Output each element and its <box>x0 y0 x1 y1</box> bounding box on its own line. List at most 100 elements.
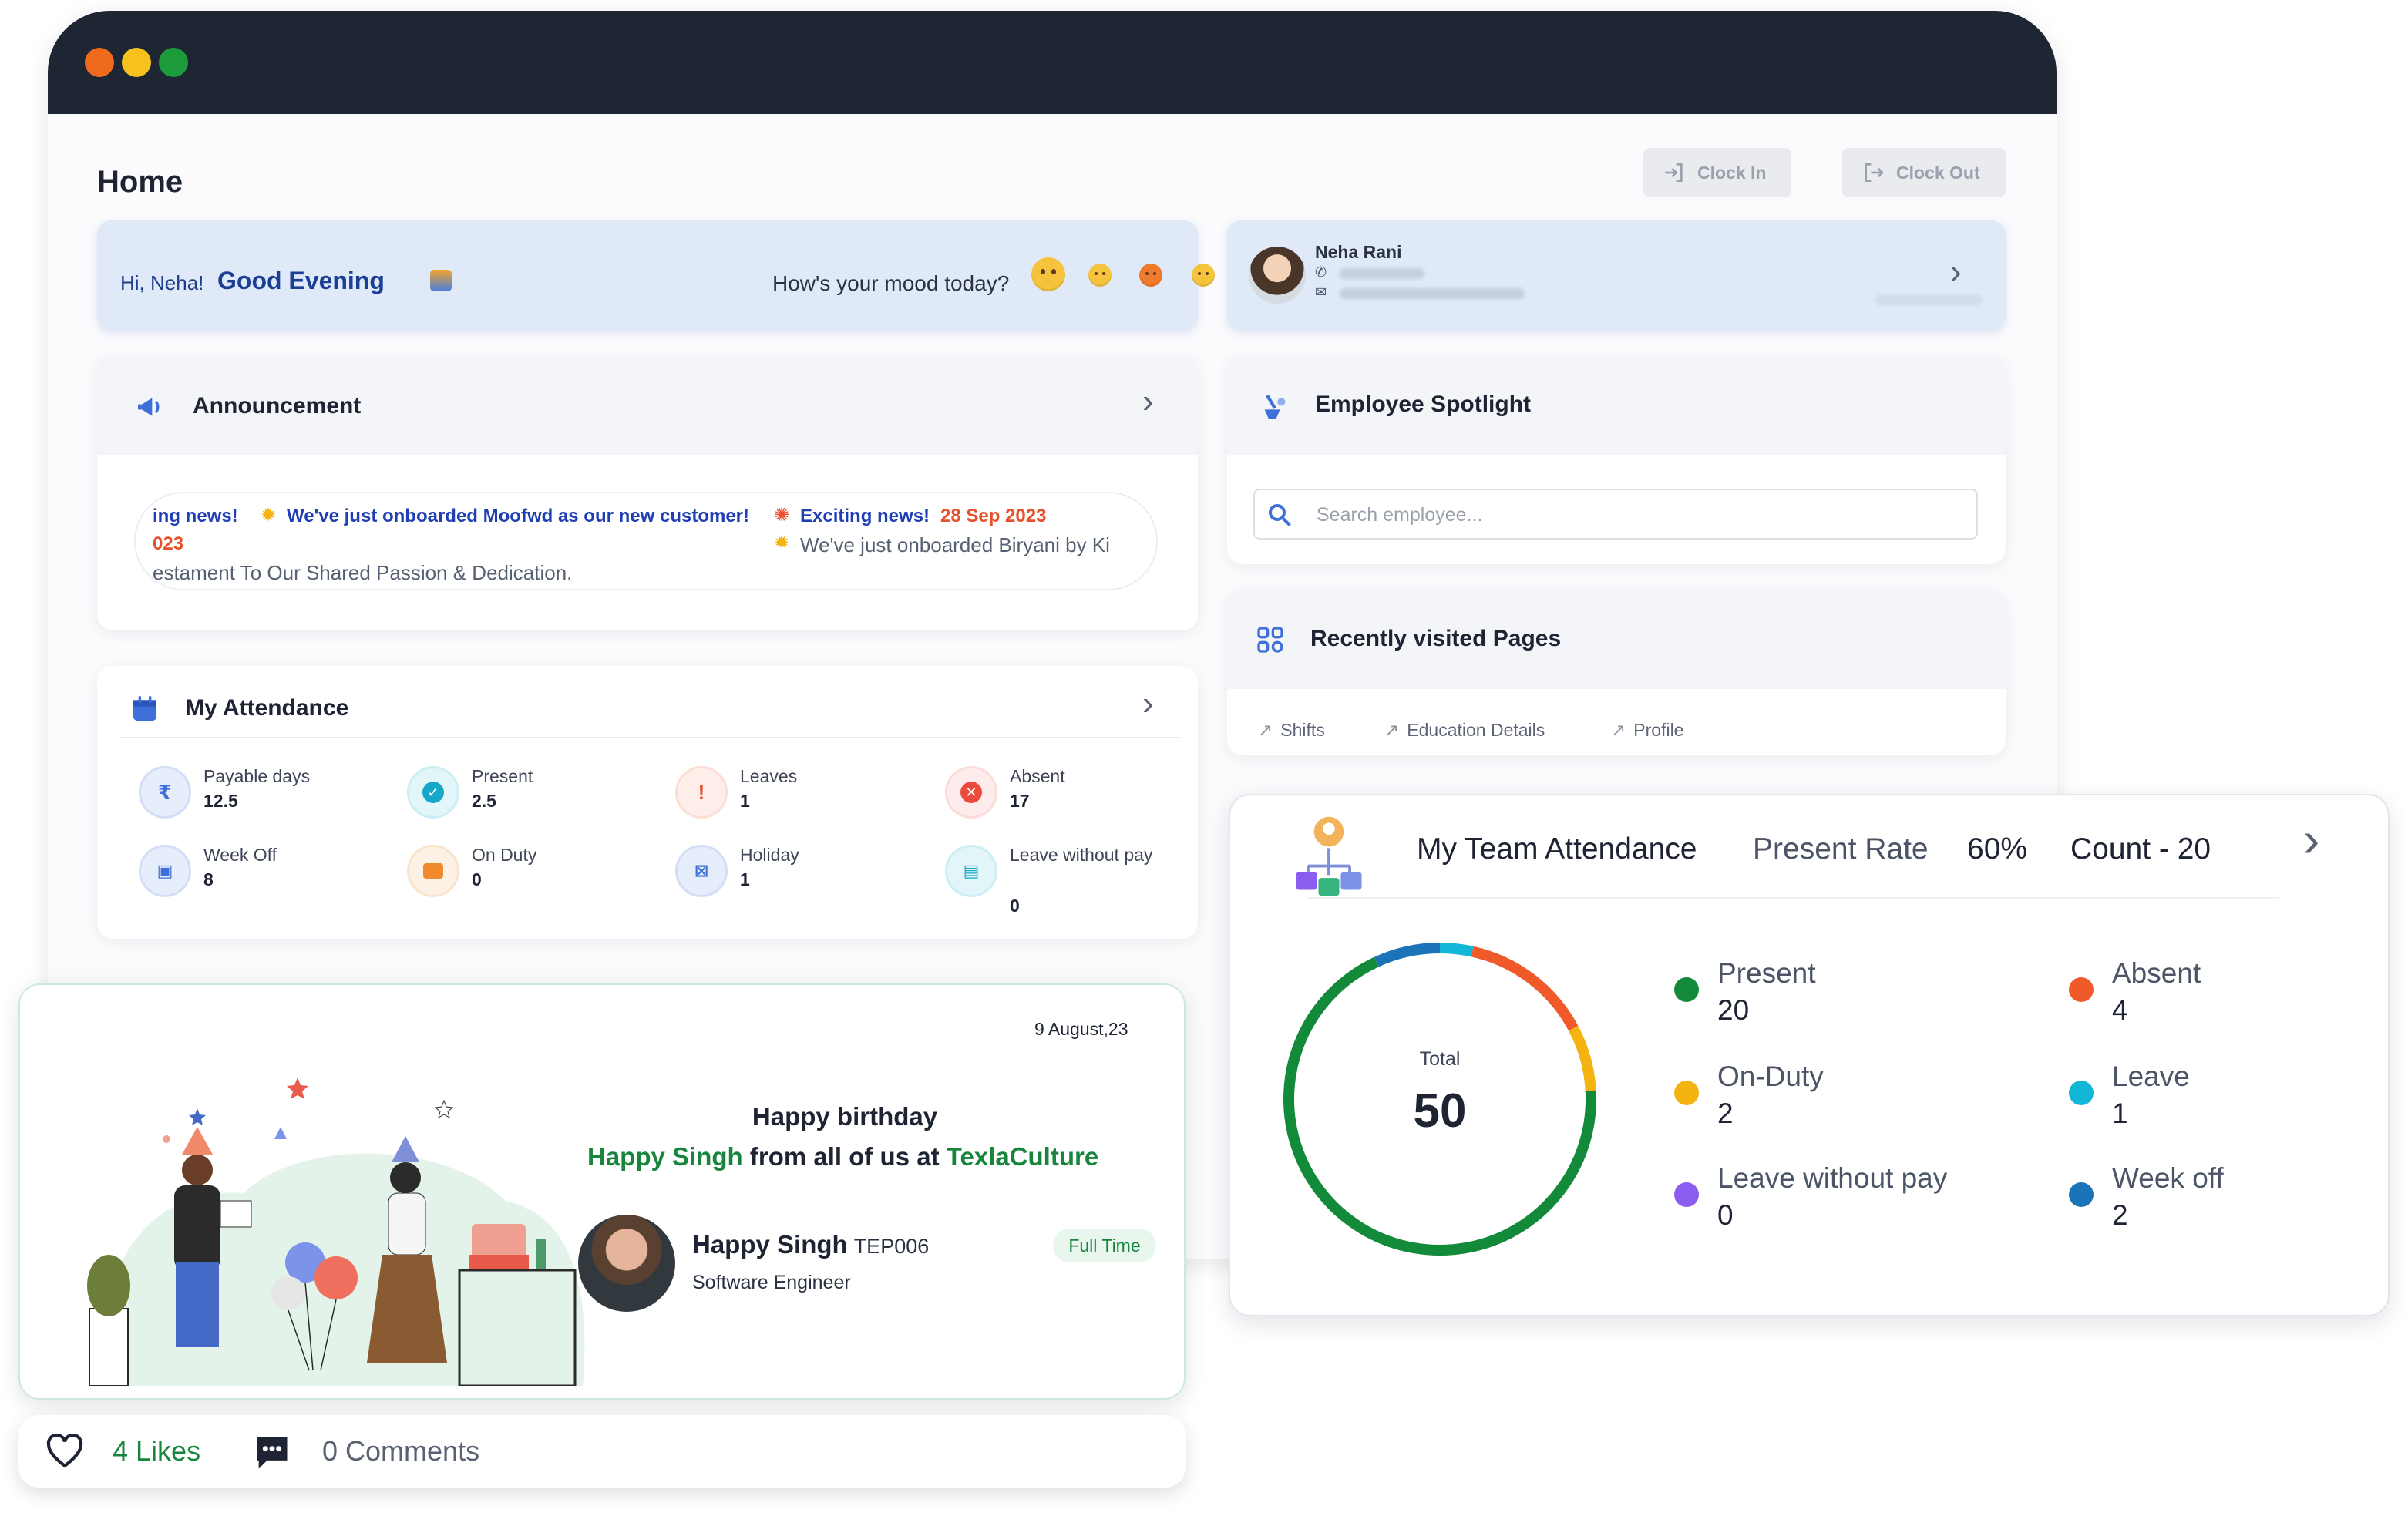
birthday-middle-text: from all of us at <box>749 1142 940 1171</box>
trend-icon: ↗ <box>1384 720 1400 740</box>
donut-segment-week-off <box>1374 943 1441 967</box>
likes-count[interactable]: 4 Likes <box>113 1435 200 1467</box>
legend-value: 1 <box>2112 1098 2128 1129</box>
attendance-label: Payable days <box>203 766 311 786</box>
attendance-value: 17 <box>1010 791 1030 811</box>
legend-on-duty: On-Duty 2 <box>1674 1061 1983 1145</box>
mood-prompt: How's your mood today? <box>772 271 1010 295</box>
mail-icon: ✉ <box>1315 284 1327 300</box>
login-icon <box>1665 163 1683 182</box>
announcement-2-tag: Exciting news! <box>800 506 930 526</box>
attendance-value: 0 <box>1010 896 1020 916</box>
clock-in-button[interactable]: Clock In <box>1643 148 1791 197</box>
trend-icon: ↗ <box>1258 720 1273 740</box>
party-icon: ✺ <box>774 505 790 526</box>
close-window-dot[interactable] <box>85 48 114 77</box>
employment-type-badge: Full Time <box>1053 1229 1156 1262</box>
announcement-card: Announcement › ing news! ✹ We've just on… <box>97 356 1198 630</box>
attendance-leave-without-pay: ▤ Leave without pay 0 <box>945 837 1199 916</box>
recent-link-label: Education Details <box>1407 720 1545 740</box>
chevron-right-icon[interactable]: › <box>2303 811 2319 868</box>
attendance-label: On Duty <box>472 845 537 865</box>
attendance-value: 12.5 <box>203 791 238 811</box>
emoji-excited-icon[interactable] <box>1031 257 1065 291</box>
announcement-1-tag: ing news! <box>153 506 238 526</box>
briefcase-icon <box>407 845 459 897</box>
birthday-person-name: Happy Singh <box>587 1142 743 1171</box>
attendance-absent: ✕ Absent 17 <box>945 758 1199 828</box>
attendance-label: Week Off <box>203 845 277 865</box>
team-count: Count - 20 <box>2070 832 2211 866</box>
recent-link-label: Profile <box>1633 720 1684 740</box>
maximize-window-dot[interactable] <box>159 48 188 77</box>
search-icon <box>1269 504 1291 526</box>
attendance-value: 8 <box>203 869 214 889</box>
heart-icon[interactable] <box>45 1434 85 1469</box>
legend-value: 4 <box>2112 994 2128 1026</box>
calendar-icon: ▣ <box>139 845 191 897</box>
social-bar: 4 Likes 0 Comments <box>18 1415 1186 1488</box>
grid-icon <box>1257 627 1283 653</box>
announcement-2-text: We've just onboarded Biryani by Ki <box>800 533 1110 556</box>
comment-icon[interactable] <box>251 1432 293 1472</box>
avatar <box>578 1215 675 1312</box>
legend-value: 2 <box>1717 1098 1734 1129</box>
attendance-label: Absent <box>1010 766 1065 786</box>
attendance-value: 0 <box>472 869 482 889</box>
legend-label: Absent <box>2112 957 2201 989</box>
legend-week-off: Week off 2 <box>2069 1162 2377 1247</box>
clock-in-label: Clock In <box>1697 162 1767 183</box>
legend-value: 0 <box>1717 1199 1734 1231</box>
emoji-sad-icon[interactable] <box>1192 264 1215 287</box>
check-circle-icon: ✓ <box>407 766 459 819</box>
greeting-hi: Hi, Neha! <box>120 271 204 294</box>
spotlight-header: Employee Spotlight <box>1227 356 2006 455</box>
donut-total-value: 50 <box>1413 1084 1467 1138</box>
legend-label: Present <box>1717 957 1816 989</box>
exclamation-icon: ! <box>675 766 728 819</box>
legend-present: Present 20 <box>1674 957 1983 1042</box>
greeting-time: Good Evening <box>217 267 385 294</box>
recent-link-profile[interactable]: ↗ Profile <box>1611 720 1683 741</box>
page-title: Home <box>97 165 183 199</box>
emoji-happy-icon[interactable] <box>1088 264 1112 287</box>
logout-icon <box>1865 163 1884 182</box>
search-input[interactable] <box>1317 499 1964 530</box>
x-circle-icon: ✕ <box>945 766 997 819</box>
chevron-right-icon[interactable]: › <box>1950 253 1962 291</box>
profile-card[interactable]: Neha Rani ✆ ✉ › <box>1227 220 2006 330</box>
recent-header: Recently visited Pages <box>1227 590 2006 689</box>
legend-dot <box>2069 1081 2094 1105</box>
team-icon <box>1296 816 1362 896</box>
chevron-right-icon[interactable]: › <box>1142 382 1154 421</box>
present-rate-value: 60% <box>1967 832 2028 866</box>
sparkle-icon: ✹ <box>774 533 790 553</box>
recently-visited-card: Recently visited Pages ↗ Shifts ↗ Educatio… <box>1227 590 2006 755</box>
emoji-angry-icon[interactable] <box>1139 264 1162 287</box>
recent-title: Recently visited Pages <box>1310 626 1562 651</box>
employee-name-text: Happy Singh <box>692 1230 848 1259</box>
employee-search[interactable] <box>1253 489 1978 540</box>
announcement-1-text: We've just onboarded Moofwd as our new c… <box>287 506 749 526</box>
birthday-card: 9 August,23 Happy birthday Happy Singh f… <box>18 983 1186 1400</box>
attendance-value: 1 <box>740 791 750 811</box>
announcement-title: Announcement <box>193 393 362 419</box>
attendance-week-off: ▣ Week Off 8 <box>139 837 393 906</box>
chevron-right-icon[interactable]: › <box>1142 684 1154 723</box>
birthday-message: Happy Singh from all of us at TexlaCultu… <box>587 1142 1098 1172</box>
legend-value: 20 <box>1717 994 1750 1026</box>
recent-link-shifts[interactable]: ↗ Shifts <box>1258 720 1325 741</box>
announcement-header[interactable]: Announcement › <box>97 356 1198 455</box>
profile-name: Neha Rani <box>1315 242 1402 262</box>
clock-out-button[interactable]: Clock Out <box>1842 148 2006 197</box>
announcement-2-date: 28 Sep 2023 <box>940 506 1047 526</box>
announcement-1-detail: estament To Our Shared Passion & Dedicat… <box>153 561 573 584</box>
phone-icon: ✆ <box>1315 264 1327 280</box>
comments-count[interactable]: 0 Comments <box>322 1435 479 1467</box>
sunset-icon <box>430 270 452 291</box>
present-rate-label: Present Rate <box>1753 832 1929 866</box>
minimize-window-dot[interactable] <box>122 48 151 77</box>
recent-link-education[interactable]: ↗ Education Details <box>1384 720 1545 741</box>
meta-redacted <box>1875 294 1983 305</box>
attendance-present: ✓ Present 2.5 <box>407 758 661 828</box>
